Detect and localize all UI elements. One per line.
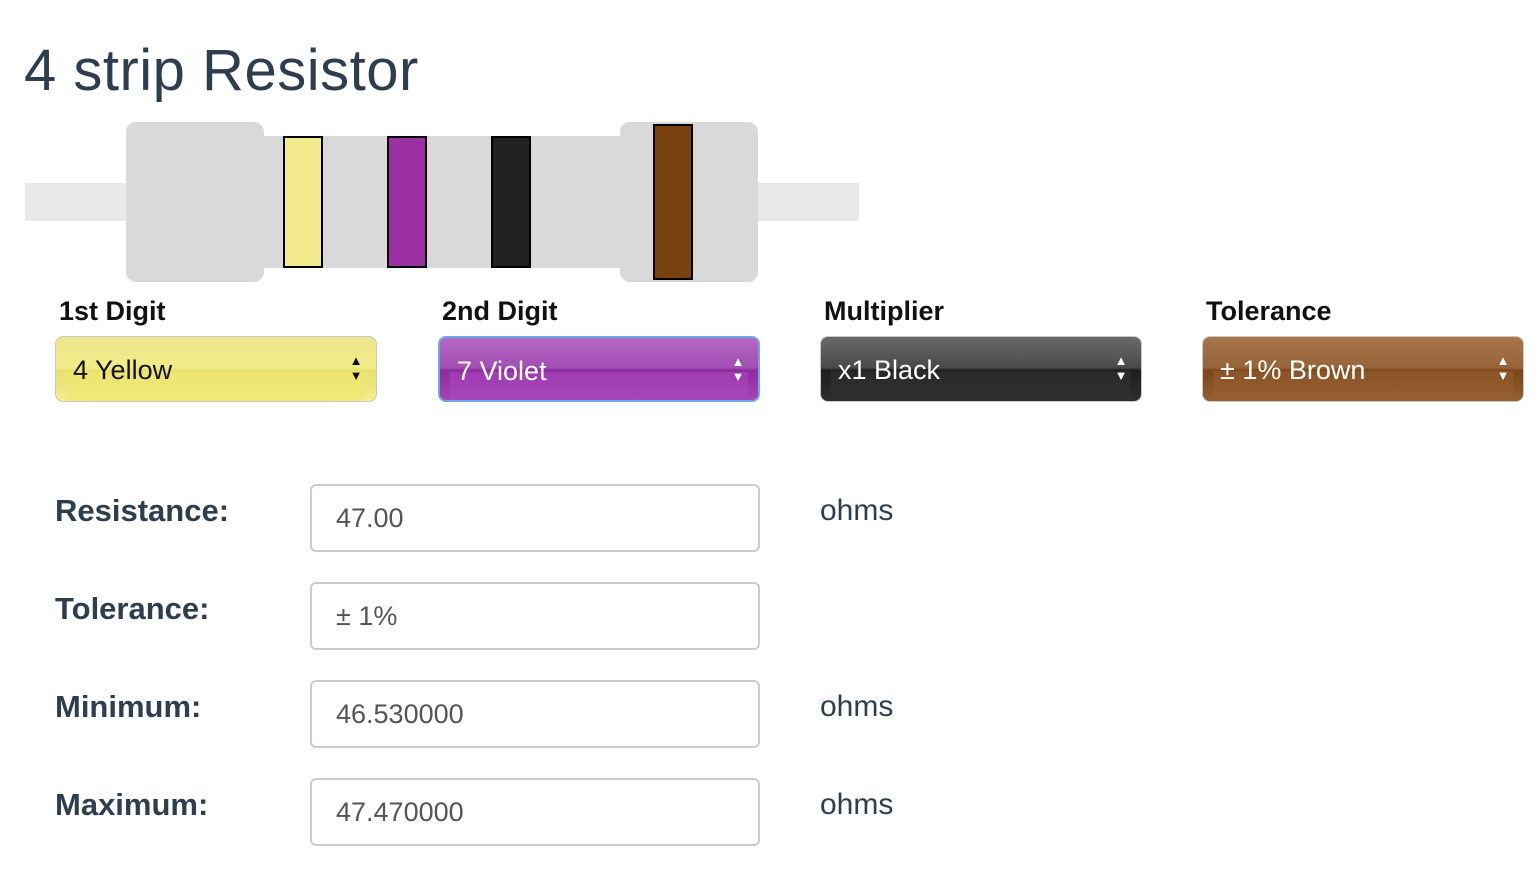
resistance-unit: ohms	[820, 494, 894, 527]
band-tolerance	[653, 124, 693, 280]
band-1st-digit	[283, 136, 323, 268]
tolerance-row: Tolerance:	[0, 582, 1000, 650]
minimum-field[interactable]	[310, 680, 760, 748]
tolerance-label: Tolerance	[1206, 296, 1332, 326]
multiplier-select[interactable]: x1 Black ▲ ▼	[820, 336, 1142, 402]
first-digit-select[interactable]: 4 Yellow ▲ ▼	[55, 336, 377, 402]
minimum-row: Minimum: ohms	[0, 680, 1000, 748]
multiplier-value: x1 Black	[838, 355, 941, 385]
resistor-left-cap	[126, 122, 264, 282]
resistor-diagram	[0, 0, 900, 290]
updown-arrows-icon: ▲ ▼	[731, 354, 745, 384]
band-multiplier	[491, 136, 531, 268]
tolerance-group: Tolerance ± 1% Brown ▲ ▼	[1202, 294, 1524, 402]
band-2nd-digit	[387, 136, 427, 268]
second-digit-label: 2nd Digit	[442, 296, 558, 326]
maximum-field[interactable]	[310, 778, 760, 846]
tolerance-field[interactable]	[310, 582, 760, 650]
tolerance-value: ± 1% Brown	[1220, 355, 1366, 385]
maximum-unit: ohms	[820, 788, 894, 821]
updown-arrows-icon: ▲ ▼	[1496, 353, 1510, 383]
updown-arrows-icon: ▲ ▼	[349, 353, 363, 383]
tolerance-select[interactable]: ± 1% Brown ▲ ▼	[1202, 336, 1524, 402]
second-digit-group: 2nd Digit 7 Violet ▲ ▼	[438, 294, 760, 402]
second-digit-select[interactable]: 7 Violet ▲ ▼	[438, 336, 760, 402]
resistance-row: Resistance: ohms	[0, 484, 1000, 552]
tolerance-result-label: Tolerance:	[55, 591, 210, 626]
resistance-field[interactable]	[310, 484, 760, 552]
second-digit-value: 7 Violet	[457, 356, 547, 386]
multiplier-group: Multiplier x1 Black ▲ ▼	[820, 294, 1142, 402]
first-digit-group: 1st Digit 4 Yellow ▲ ▼	[55, 294, 377, 402]
resistance-label: Resistance:	[55, 493, 230, 528]
first-digit-label: 1st Digit	[59, 296, 166, 326]
first-digit-value: 4 Yellow	[73, 355, 173, 385]
updown-arrows-icon: ▲ ▼	[1114, 353, 1128, 383]
maximum-row: Maximum: ohms	[0, 778, 1000, 846]
resistor-calculator-page: 4 strip Resistor 1st Digit 4 Yellow ▲ ▼ 2…	[0, 0, 1540, 872]
minimum-unit: ohms	[820, 690, 894, 723]
multiplier-label: Multiplier	[824, 296, 944, 326]
maximum-label: Maximum:	[55, 787, 209, 822]
minimum-label: Minimum:	[55, 689, 202, 724]
